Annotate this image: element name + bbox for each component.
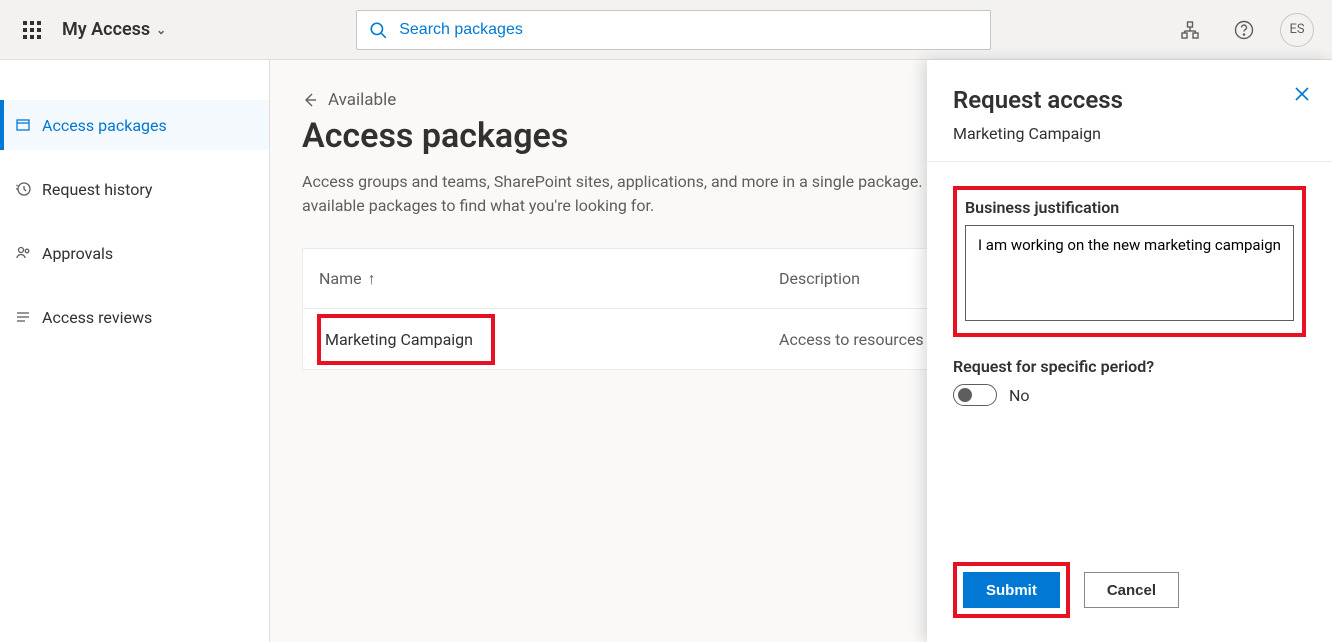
sidebar-item-access-packages[interactable]: Access packages bbox=[0, 100, 269, 150]
app-launcher-icon[interactable] bbox=[12, 10, 52, 50]
topbar: My Access ⌄ ES bbox=[0, 0, 1332, 60]
sidebar-item-label: Access reviews bbox=[42, 308, 152, 327]
sitemap-icon[interactable] bbox=[1172, 12, 1208, 48]
sort-asc-icon: ↑ bbox=[368, 269, 376, 289]
sidebar-item-label: Request history bbox=[42, 180, 153, 199]
history-icon bbox=[14, 180, 32, 198]
sidebar-item-request-history[interactable]: Request history bbox=[0, 164, 269, 214]
approvals-icon bbox=[14, 244, 32, 262]
app-title-label: My Access bbox=[62, 19, 150, 40]
breadcrumb-label: Available bbox=[328, 90, 396, 110]
justification-input[interactable] bbox=[965, 225, 1294, 321]
back-arrow-icon bbox=[302, 92, 318, 108]
cancel-button[interactable]: Cancel bbox=[1084, 572, 1179, 608]
sidebar-item-label: Approvals bbox=[42, 244, 113, 263]
panel-header: Request access Marketing Campaign bbox=[927, 60, 1332, 162]
toggle-knob bbox=[958, 388, 972, 402]
column-header-name[interactable]: Name ↑ bbox=[319, 269, 779, 289]
panel-title: Request access bbox=[953, 86, 1306, 114]
package-icon bbox=[14, 116, 32, 134]
panel-subtitle: Marketing Campaign bbox=[953, 124, 1306, 143]
submit-highlight: Submit bbox=[953, 562, 1070, 618]
request-access-panel: Request access Marketing Campaign Busine… bbox=[927, 60, 1332, 642]
period-field-group: Request for specific period? No bbox=[953, 357, 1306, 406]
sidebar-item-label: Access packages bbox=[42, 116, 167, 135]
help-icon[interactable] bbox=[1226, 12, 1262, 48]
sidebar-item-access-reviews[interactable]: Access reviews bbox=[0, 292, 269, 342]
panel-body: Business justification Request for speci… bbox=[927, 162, 1332, 544]
search-box[interactable] bbox=[356, 10, 991, 50]
sidebar: Access packages Request history Approval… bbox=[0, 60, 270, 642]
search-input[interactable] bbox=[399, 21, 978, 39]
reviews-icon bbox=[14, 308, 32, 326]
close-icon bbox=[1294, 86, 1310, 102]
period-toggle-value: No bbox=[1009, 386, 1030, 405]
submit-button[interactable]: Submit bbox=[963, 572, 1060, 608]
search-icon bbox=[369, 21, 387, 39]
chevron-down-icon: ⌄ bbox=[156, 23, 166, 37]
cell-name: Marketing Campaign bbox=[319, 316, 493, 363]
period-label: Request for specific period? bbox=[953, 357, 1306, 376]
panel-footer: Submit Cancel bbox=[927, 544, 1332, 642]
close-button[interactable] bbox=[1294, 86, 1310, 102]
avatar-initials: ES bbox=[1289, 22, 1304, 37]
app-title-dropdown[interactable]: My Access ⌄ bbox=[62, 19, 166, 40]
sidebar-item-approvals[interactable]: Approvals bbox=[0, 228, 269, 278]
justification-field-group: Business justification bbox=[953, 186, 1306, 337]
user-avatar[interactable]: ES bbox=[1280, 13, 1314, 47]
page-description: Access groups and teams, SharePoint site… bbox=[302, 170, 1022, 218]
period-toggle[interactable] bbox=[953, 384, 997, 406]
justification-label: Business justification bbox=[965, 198, 1294, 217]
